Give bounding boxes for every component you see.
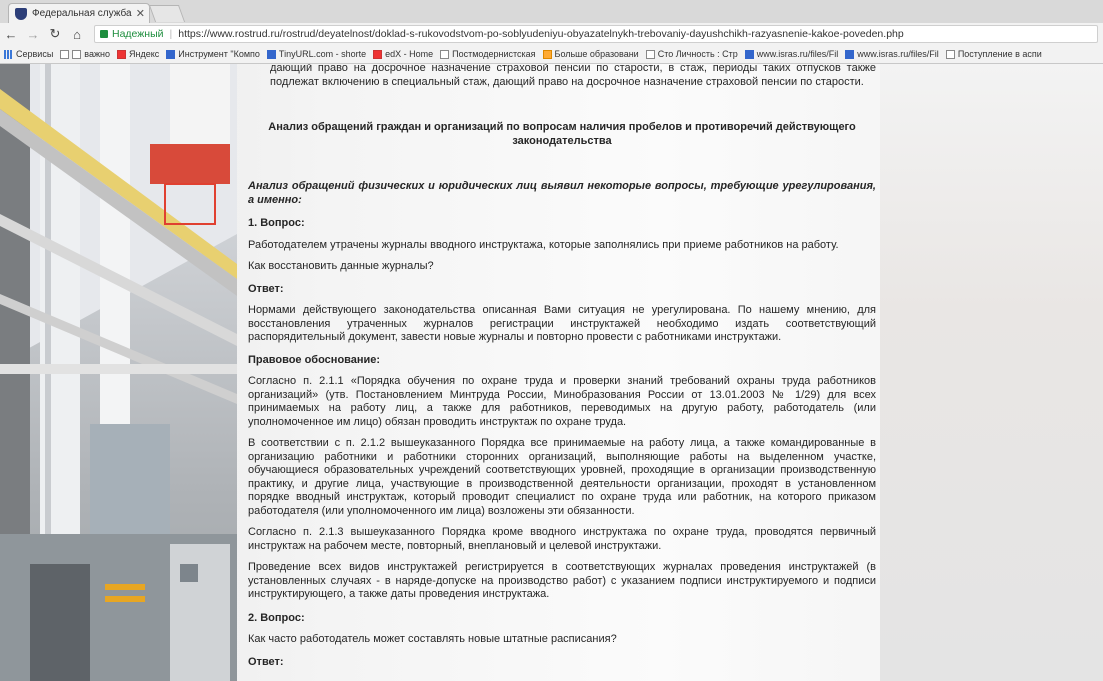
lock-icon: [100, 30, 108, 38]
home-icon[interactable]: ⌂: [66, 27, 88, 42]
bookmark-item[interactable]: edX - Home: [373, 49, 433, 59]
bookmark-item[interactable]: Инструмент "Компо: [166, 49, 260, 59]
browser-toolbar: ← → ↻ ⌂ Надежный | https://www.rostrud.r…: [0, 23, 1103, 45]
paragraph: Как восстановить данные журналы?: [248, 260, 434, 272]
forward-icon[interactable]: →: [22, 27, 44, 42]
new-tab-button[interactable]: [148, 5, 186, 22]
paragraph: В соответствии с п. 2.1.2 вышеуказанного…: [248, 437, 876, 517]
document-icon: [945, 49, 955, 59]
shield-icon: [15, 7, 27, 20]
page-icon: [440, 49, 450, 59]
background-photo-crane: [880, 64, 1103, 681]
bookmark-item[interactable]: www.isras.ru/files/Fil: [744, 49, 838, 59]
divider: |: [169, 28, 173, 40]
secure-label: Надежный: [112, 28, 164, 40]
reload-icon[interactable]: ↻: [44, 26, 66, 42]
bookmark-item[interactable]: Постмодернистская: [440, 49, 536, 59]
bookmarks-bar: Сервисы важно Яндекс Инструмент "Компо T…: [0, 45, 1103, 64]
yandex-icon: [116, 49, 126, 59]
page-viewport[interactable]: дающий право на досрочное назначение стр…: [0, 64, 1103, 681]
google-icon: [166, 49, 176, 59]
intro-text: Анализ обращений физических и юридически…: [248, 180, 876, 206]
bookmark-icon: [542, 49, 552, 59]
folder-icon: [72, 49, 82, 59]
back-icon[interactable]: ←: [0, 27, 22, 42]
paragraph: Работодателем утрачены журналы вводного …: [248, 238, 839, 251]
url-text: https://www.rostrud.ru/rostrud/deyatelno…: [178, 28, 904, 40]
article: дающий право на досрочное назначение стр…: [248, 64, 876, 669]
bookmark-item[interactable]: важно: [60, 49, 110, 59]
bookmark-item[interactable]: www.isras.ru/files/Fil: [845, 49, 939, 59]
paragraph: Как часто работодатель может составлять …: [248, 633, 617, 645]
paragraph: Согласно п. 2.1.1 «Порядка обучения по о…: [248, 375, 876, 428]
bookmark-item[interactable]: TinyURL.com - shorte: [266, 49, 366, 59]
answer-label: Ответ:: [248, 282, 284, 295]
question-label: 1. Вопрос:: [248, 217, 305, 229]
question-label: 2. Вопрос:: [248, 611, 305, 624]
bookmark-item[interactable]: Сто Личность : Стр: [645, 49, 738, 59]
browser-tab[interactable]: Федеральная служба по ✕: [8, 3, 150, 23]
paragraph: Проведение всех видов инструктажей регис…: [248, 561, 876, 600]
tinyurl-icon: [266, 49, 276, 59]
paragraph: Согласно п. 2.1.3 вышеуказанного Порядка…: [248, 526, 876, 552]
address-bar[interactable]: Надежный | https://www.rostrud.ru/rostru…: [94, 25, 1098, 43]
tab-title: Федеральная служба по: [32, 8, 133, 19]
paragraph: Нормами действующего законодательства оп…: [248, 304, 876, 343]
background-photo-factory: [0, 64, 237, 681]
paragraph: дающий право на досрочное назначение стр…: [270, 64, 876, 88]
bookmark-item[interactable]: Поступление в аспи: [945, 49, 1042, 59]
link-icon: [744, 49, 754, 59]
section-heading: Анализ обращений граждан и организаций п…: [268, 121, 856, 147]
factory-illustration: [0, 64, 237, 681]
legal-basis-label: Правовое обоснование:: [248, 353, 381, 366]
page-icon: [60, 49, 70, 59]
answer-label: Ответ:: [248, 655, 284, 668]
link-icon: [845, 49, 855, 59]
apps-icon: [4, 49, 13, 59]
bookmark-apps[interactable]: Сервисы: [4, 49, 53, 59]
edx-icon: [373, 49, 383, 59]
close-icon[interactable]: ✕: [136, 7, 145, 20]
page-icon: [645, 49, 655, 59]
tab-strip: Федеральная служба по ✕: [0, 0, 1103, 23]
bookmark-item[interactable]: Больше образовани: [542, 49, 639, 59]
bookmark-item[interactable]: Яндекс: [116, 49, 159, 59]
